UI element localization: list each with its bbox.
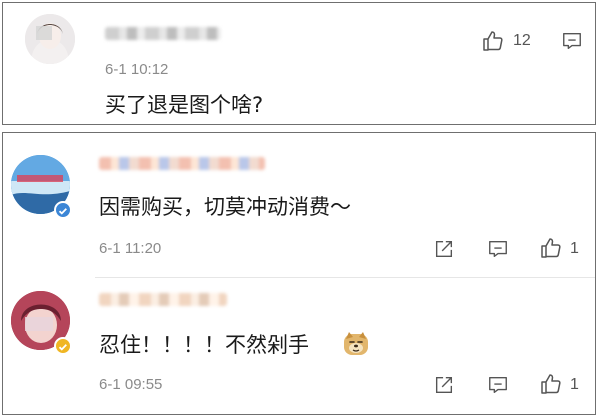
like-count: 12: [513, 32, 531, 49]
like-count: 1: [570, 376, 579, 393]
comment-text: 买了退是图个啥?: [105, 93, 264, 117]
comment-card-1: 6-1 10:12 买了退是图个啥? 12: [2, 2, 596, 125]
comment-timestamp: 6-1 09:55: [99, 376, 163, 393]
share-icon[interactable]: [433, 374, 455, 396]
comment-icon[interactable]: [487, 374, 509, 396]
comment-card-2: 因需购买，切莫冲动消费～ 6-1 11:20 1 忍住！！！！不然剁手 6-1 …: [2, 132, 596, 415]
doge-emoji: [343, 331, 369, 357]
username-blurred[interactable]: [105, 27, 221, 40]
thumbs-up-icon[interactable]: [539, 236, 563, 260]
comment-timestamp: 6-1 11:20: [99, 240, 162, 257]
share-icon[interactable]: [433, 238, 455, 260]
comment-icon[interactable]: [561, 30, 583, 52]
comment-icon[interactable]: [487, 238, 509, 260]
comment-text: 忍住！！！！不然剁手: [99, 333, 309, 357]
comment-text: 因需购买，切莫冲动消费～: [99, 195, 351, 219]
verified-badge: [54, 201, 72, 219]
avatar[interactable]: [25, 14, 75, 64]
username-blurred[interactable]: [99, 293, 227, 306]
username-blurred[interactable]: [99, 157, 265, 170]
thumbs-up-icon[interactable]: [481, 29, 505, 53]
like-count: 1: [570, 240, 579, 257]
thumbs-up-icon[interactable]: [539, 372, 563, 396]
comment-timestamp: 6-1 10:12: [105, 61, 169, 78]
divider: [95, 277, 595, 278]
verified-badge: [54, 337, 72, 355]
